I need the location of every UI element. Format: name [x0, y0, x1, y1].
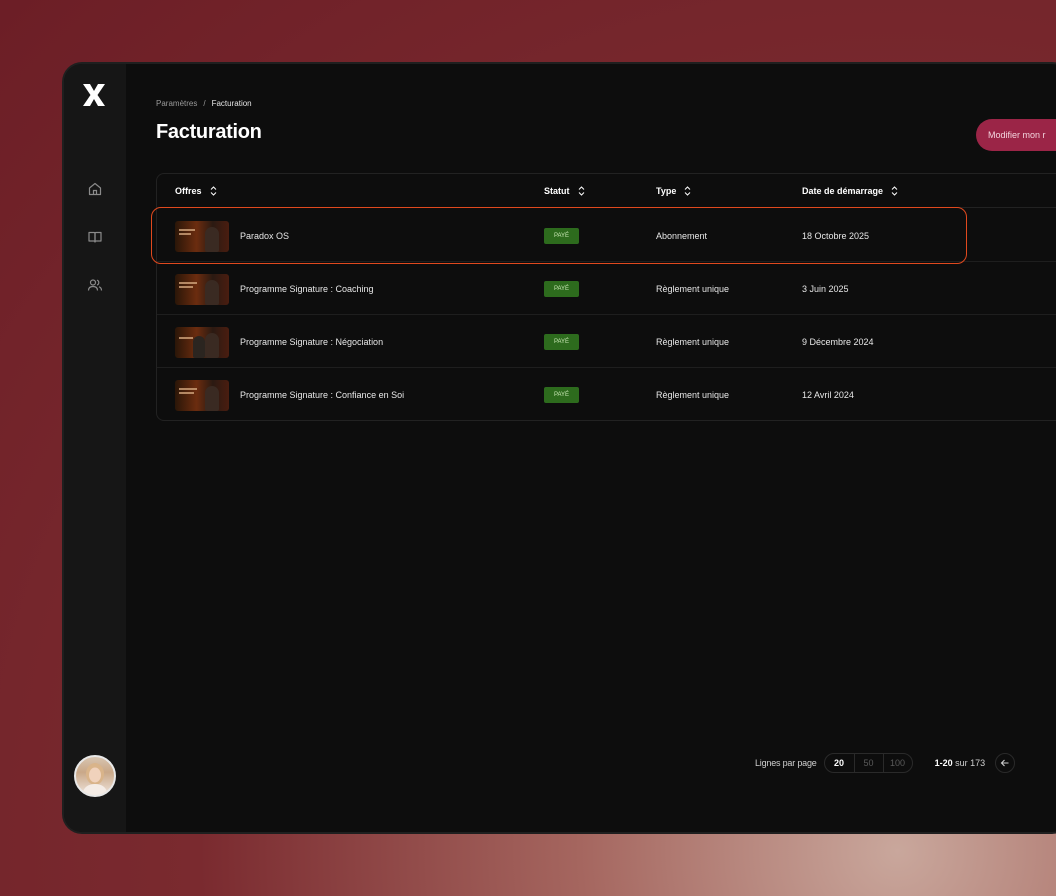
home-icon[interactable]: [87, 181, 103, 197]
book-icon[interactable]: [87, 229, 103, 245]
breadcrumb-parent[interactable]: Paramètres: [156, 99, 197, 108]
offer-thumbnail: [175, 274, 229, 305]
page-range: 1-20 sur 173: [935, 758, 986, 768]
offer-type: Règlement unique: [656, 390, 730, 400]
page-range-current: 1-20: [934, 758, 953, 768]
status-badge: PAYÉ: [544, 228, 579, 244]
rows-per-page-label: Lignes par page: [755, 758, 817, 768]
table-row[interactable]: Paradox OS PAYÉ Abonnement 18 Octobre 20…: [151, 207, 1056, 264]
avatar[interactable]: [74, 755, 116, 797]
start-date: 12 Avril 2024: [802, 390, 854, 400]
column-header-label: Date de démarrage: [802, 186, 884, 196]
arrow-left-icon: [1000, 759, 1009, 767]
offer-thumbnail: [175, 327, 229, 358]
breadcrumb-separator: /: [203, 99, 206, 108]
table-row[interactable]: Programme Signature : Coaching PAYÉ Règl…: [157, 262, 1056, 315]
column-header-type[interactable]: Type: [656, 186, 691, 196]
table-row[interactable]: Programme Signature : Négociation PAYÉ R…: [157, 315, 1056, 368]
rows-per-page-option[interactable]: 50: [853, 754, 883, 772]
previous-page-button[interactable]: [995, 753, 1016, 773]
column-header-status[interactable]: Statut: [544, 186, 585, 196]
status-badge: PAYÉ: [544, 387, 579, 403]
rows-per-page-selector: 20 50 100: [823, 753, 913, 773]
app-window: Paramètres / Facturation Facturation Modif…: [62, 62, 1056, 834]
start-date: 3 Juin 2025: [802, 284, 849, 294]
column-header-label: Offres: [175, 186, 202, 196]
offer-thumbnail: [175, 221, 229, 252]
sort-icon: [891, 186, 898, 196]
offer-name: Paradox OS: [240, 231, 290, 241]
logo-icon[interactable]: [80, 82, 108, 108]
edit-plan-button[interactable]: Modifier mon r: [976, 119, 1056, 151]
start-date: 18 Octobre 2025: [802, 231, 870, 241]
breadcrumb-current: Facturation: [211, 99, 252, 108]
main-content: Paramètres / Facturation Facturation Modif…: [126, 64, 1056, 832]
page-title: Facturation: [156, 121, 262, 143]
start-date: 9 Décembre 2024: [802, 337, 874, 347]
column-header-label: Type: [656, 186, 677, 196]
offer-type: Abonnement: [656, 231, 708, 241]
status-badge: PAYÉ: [544, 334, 579, 350]
offer-name: Programme Signature : Coaching: [240, 284, 374, 294]
offer-thumbnail: [175, 380, 229, 411]
rows-per-page-option[interactable]: 100: [882, 754, 912, 772]
breadcrumb: Paramètres / Facturation: [156, 99, 252, 108]
sort-icon: [210, 186, 216, 196]
pagination: Lignes par page 20 50 100 1-20 sur 173: [755, 753, 1016, 773]
offer-name: Programme Signature : Négociation: [240, 337, 384, 347]
status-badge: PAYÉ: [544, 281, 579, 297]
table-row[interactable]: Programme Signature : Confiance en Soi P…: [157, 368, 1056, 421]
billing-table: Offres Statut Type Date de démarrage Par…: [151, 173, 1056, 421]
sort-icon: [684, 186, 691, 196]
column-header-label: Statut: [544, 186, 570, 196]
sidebar: [64, 64, 126, 832]
rows-per-page-option[interactable]: 20: [825, 754, 854, 772]
users-icon[interactable]: [87, 277, 103, 293]
sort-icon: [578, 186, 584, 196]
offer-type: Règlement unique: [656, 337, 730, 347]
table-header: Offres Statut Type Date de démarrage: [157, 174, 1056, 208]
offer-name: Programme Signature : Confiance en Soi: [240, 390, 405, 400]
offer-type: Règlement unique: [656, 284, 730, 294]
column-header-start-date[interactable]: Date de démarrage: [802, 186, 898, 196]
page-range-total: sur 173: [955, 758, 986, 768]
column-header-offers[interactable]: Offres: [175, 186, 217, 196]
